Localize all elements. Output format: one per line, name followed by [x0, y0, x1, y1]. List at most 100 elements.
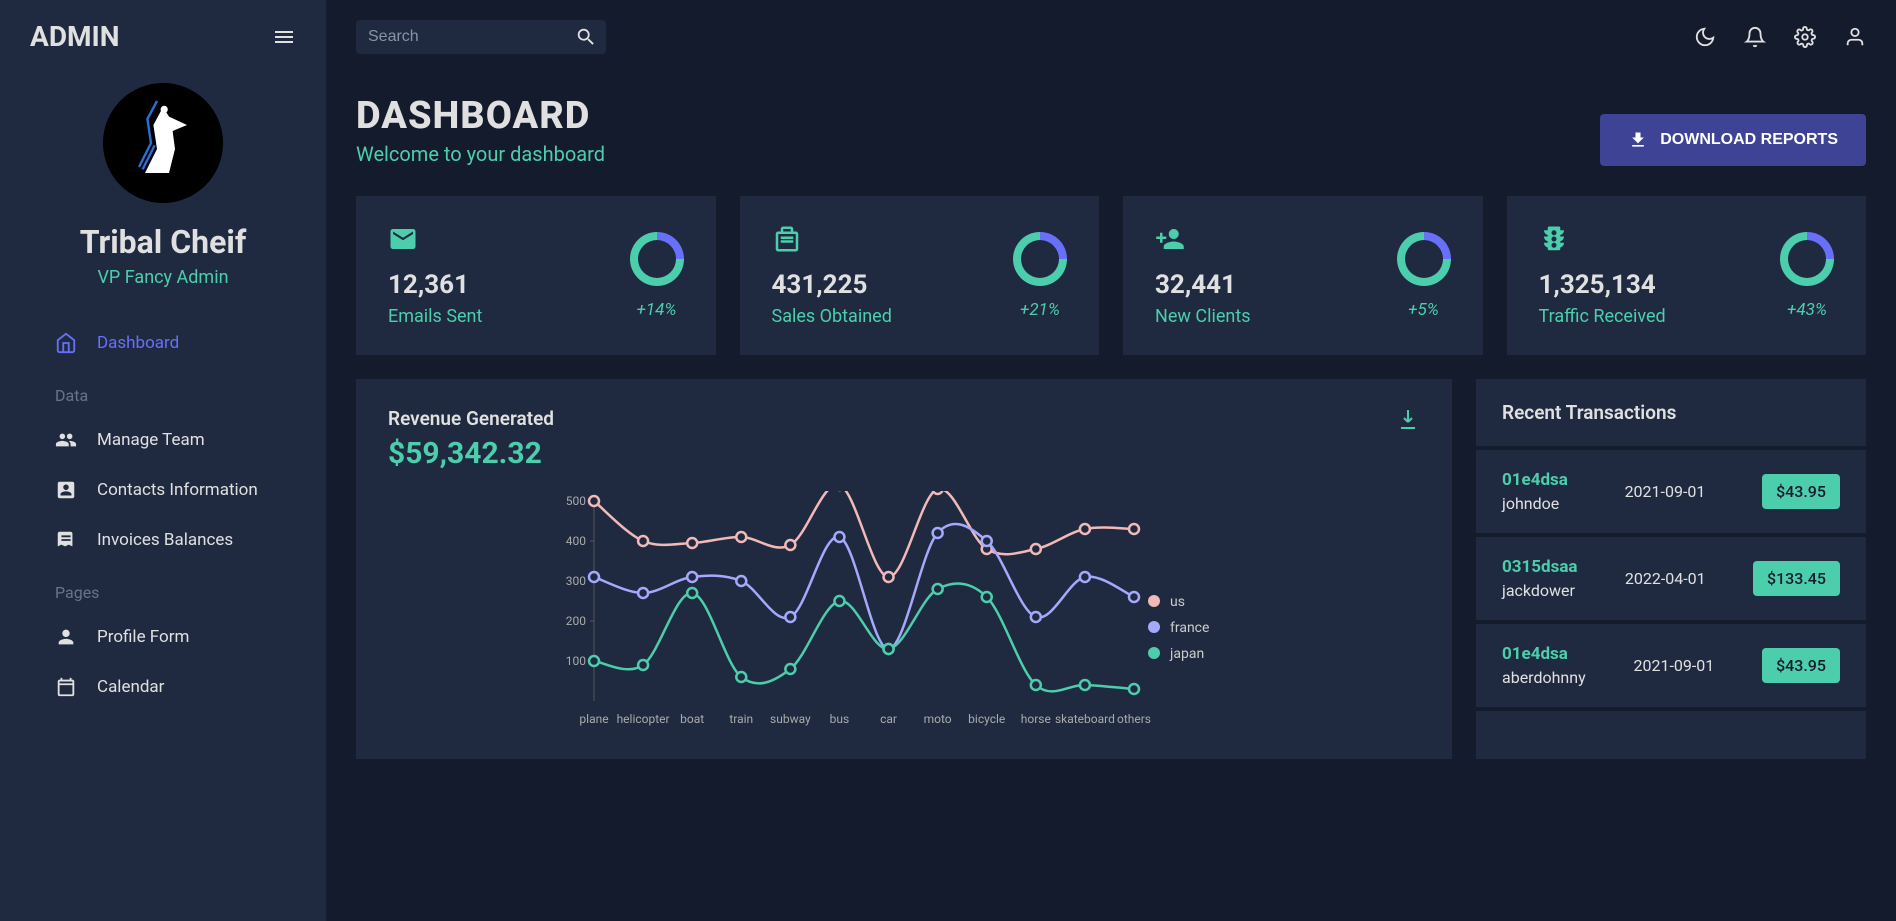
sidebar-item-manage-team[interactable]: Manage Team	[0, 415, 326, 465]
line-chart: 100 200 300 400 500 plane helicopter boat train s…	[388, 491, 1420, 731]
brand-label: ADMIN	[30, 20, 119, 53]
svg-text:train: train	[729, 712, 753, 726]
stat-card: 431,225 Sales Obtained +21%	[740, 196, 1100, 355]
person-icon	[55, 626, 77, 648]
person_add-icon	[1155, 224, 1251, 254]
account-button[interactable]	[1844, 26, 1866, 48]
stat-label: New Clients	[1155, 306, 1251, 327]
search-wrap	[356, 20, 606, 54]
moon-icon	[1694, 26, 1716, 48]
progress-ring	[630, 232, 684, 286]
menu-toggle-button[interactable]	[272, 25, 296, 49]
stat-value: 1,325,134	[1539, 270, 1666, 300]
sidebar-item-profile-form[interactable]: Profile Form	[0, 612, 326, 662]
calendar-icon	[55, 676, 77, 698]
search-input[interactable]	[368, 28, 575, 46]
transaction-id: 0315dsaa	[1502, 557, 1578, 577]
transaction-cost: $133.45	[1753, 561, 1840, 596]
settings-button[interactable]	[1794, 26, 1816, 48]
profile-role: VP Fancy Admin	[20, 267, 306, 288]
transaction-user: aberdohnny	[1502, 668, 1586, 687]
traffic-icon	[1539, 224, 1666, 254]
stat-card: 32,441 New Clients +5%	[1123, 196, 1483, 355]
chart-title: Revenue Generated	[388, 407, 554, 430]
progress-ring	[1397, 232, 1451, 286]
progress-ring	[1013, 232, 1067, 286]
transaction-cost: $43.95	[1762, 648, 1840, 683]
svg-text:boat: boat	[680, 712, 704, 726]
sidebar-item-calendar[interactable]: Calendar	[0, 662, 326, 712]
svg-text:horse: horse	[1021, 712, 1051, 726]
stat-change: +43%	[1787, 300, 1827, 320]
stat-label: Traffic Received	[1539, 306, 1666, 327]
transaction-user: johndoe	[1502, 494, 1568, 513]
stat-card: 12,361 Emails Sent +14%	[356, 196, 716, 355]
search-icon[interactable]	[575, 26, 597, 48]
stat-change: +14%	[637, 300, 677, 320]
download-icon	[1396, 407, 1420, 431]
nav-group-data: Data	[0, 368, 326, 415]
menu-icon	[272, 25, 296, 49]
svg-text:500: 500	[566, 494, 586, 508]
sidebar-item-label: Invoices Balances	[97, 530, 233, 550]
transactions-panel: Recent Transactions 01e4dsa johndoe 2021…	[1476, 379, 1866, 759]
svg-text:us: us	[1170, 594, 1185, 610]
download-reports-button[interactable]: DOWNLOAD REPORTS	[1600, 114, 1866, 166]
svg-text:skateboard: skateboard	[1055, 712, 1115, 726]
svg-text:100: 100	[566, 654, 586, 668]
page-title: DASHBOARD	[356, 94, 605, 138]
svg-text:200: 200	[566, 614, 586, 628]
transaction-date: 2021-09-01	[1633, 656, 1714, 675]
svg-text:moto: moto	[924, 712, 952, 726]
stat-value: 431,225	[772, 270, 892, 300]
sidebar-item-label: Profile Form	[97, 627, 189, 647]
people-icon	[55, 429, 77, 451]
page-header: DASHBOARD Welcome to your dashboard DOWN…	[356, 94, 1866, 166]
home-icon	[55, 332, 77, 354]
transaction-date: 2022-04-01	[1625, 569, 1706, 588]
transaction-id: 01e4dsa	[1502, 644, 1586, 664]
topbar	[356, 20, 1866, 54]
sidebar: ADMIN Tribal Cheif VP Fancy Admin Dashbo…	[0, 0, 326, 921]
stat-label: Emails Sent	[388, 306, 482, 327]
notifications-button[interactable]	[1744, 26, 1766, 48]
transaction-row: 01e4dsa johndoe 2021-09-01 $43.95	[1476, 450, 1866, 537]
download-icon	[1628, 130, 1648, 150]
main-content: DASHBOARD Welcome to your dashboard DOWN…	[326, 0, 1896, 921]
profile-block: Tribal Cheif VP Fancy Admin	[0, 73, 326, 318]
stat-change: +21%	[1020, 300, 1060, 320]
download-button-label: DOWNLOAD REPORTS	[1660, 131, 1838, 149]
bell-icon	[1744, 26, 1766, 48]
email-icon	[388, 224, 482, 254]
transactions-title: Recent Transactions	[1502, 401, 1840, 424]
svg-text:bus: bus	[830, 712, 850, 726]
svg-text:plane: plane	[579, 712, 608, 726]
stat-label: Sales Obtained	[772, 306, 892, 327]
transactions-list: 01e4dsa johndoe 2021-09-01 $43.95 0315ds…	[1476, 450, 1866, 711]
svg-text:400: 400	[566, 534, 586, 548]
stat-row: 12,361 Emails Sent +14% 431,225 Sales Ob…	[356, 196, 1866, 355]
svg-text:subway: subway	[770, 712, 811, 726]
svg-text:others: others	[1117, 712, 1151, 726]
svg-text:bicycle: bicycle	[968, 712, 1005, 726]
sidebar-item-dashboard[interactable]: Dashboard	[0, 318, 326, 368]
profile-name: Tribal Cheif	[20, 223, 306, 261]
svg-text:helicopter: helicopter	[617, 712, 670, 726]
transaction-cost: $43.95	[1762, 474, 1840, 509]
transaction-id: 01e4dsa	[1502, 470, 1568, 490]
gear-icon	[1794, 26, 1816, 48]
transaction-user: jackdower	[1502, 581, 1578, 600]
stat-value: 32,441	[1155, 270, 1251, 300]
transaction-date: 2021-09-01	[1625, 482, 1706, 501]
avatar	[103, 83, 223, 203]
progress-ring	[1780, 232, 1834, 286]
pos-icon	[772, 224, 892, 254]
chart-download-button[interactable]	[1396, 407, 1420, 431]
theme-toggle-button[interactable]	[1694, 26, 1716, 48]
receipt-icon	[55, 529, 77, 551]
contacts-icon	[55, 479, 77, 501]
sidebar-item-invoices[interactable]: Invoices Balances	[0, 515, 326, 565]
sidebar-item-contacts[interactable]: Contacts Information	[0, 465, 326, 515]
page-subtitle: Welcome to your dashboard	[356, 142, 605, 166]
svg-text:300: 300	[566, 574, 586, 588]
